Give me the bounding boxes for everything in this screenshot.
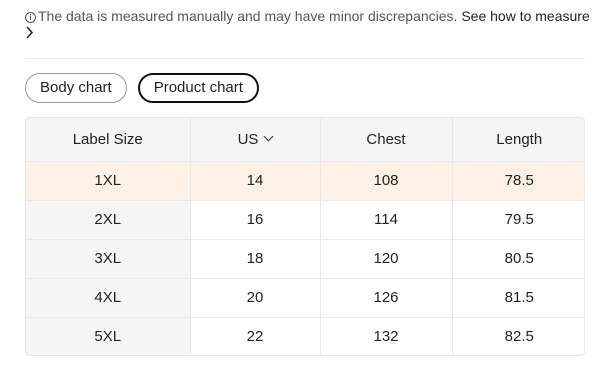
- cell-label-size: 3XL: [26, 239, 191, 279]
- chevron-down-icon[interactable]: [263, 131, 274, 142]
- info-icon: i: [25, 12, 36, 23]
- cell-length: 78.5: [452, 161, 584, 201]
- chart-tabs: Body chart Product chart: [25, 73, 259, 103]
- table-row: 2XL 16 114 79.5: [26, 200, 584, 240]
- cell-chest: 114: [320, 200, 453, 240]
- table-row: 1XL 14 108 78.5: [26, 161, 584, 201]
- table-row: 5XL 22 132 82.5: [26, 317, 584, 355]
- table-header-row: Label Size US Chest Length: [26, 118, 584, 162]
- cell-label-size: 1XL: [26, 161, 191, 201]
- cell-length: 79.5: [452, 200, 584, 240]
- cell-us: 14: [190, 161, 321, 201]
- cell-chest: 132: [320, 317, 453, 355]
- cell-length: 81.5: [452, 278, 584, 318]
- cell-chest: 120: [320, 239, 453, 279]
- cell-length: 80.5: [452, 239, 584, 279]
- notice-text: The data is measured manually and may ha…: [38, 8, 458, 24]
- cell-label-size: 5XL: [26, 317, 191, 355]
- header-us-dropdown[interactable]: US: [190, 118, 321, 162]
- measurement-notice: i The data is measured manually and may h…: [25, 8, 595, 43]
- header-us-label: US: [237, 130, 259, 148]
- header-label-size: Label Size: [26, 118, 191, 162]
- cell-chest: 108: [320, 161, 453, 201]
- cell-label-size: 2XL: [26, 200, 191, 240]
- table-row: 3XL 18 120 80.5: [26, 239, 584, 279]
- chevron-right-icon[interactable]: [25, 26, 39, 43]
- size-table: Label Size US Chest Length 1XL 14 108 78…: [25, 117, 585, 356]
- cell-chest: 126: [320, 278, 453, 318]
- header-length: Length: [452, 118, 584, 162]
- see-how-to-measure-link[interactable]: See how to measure: [461, 8, 589, 24]
- cell-label-size: 4XL: [26, 278, 191, 318]
- cell-us: 22: [190, 317, 321, 355]
- header-chest: Chest: [320, 118, 453, 162]
- cell-us: 18: [190, 239, 321, 279]
- cell-length: 82.5: [504, 328, 534, 346]
- tab-body-chart[interactable]: Body chart: [25, 73, 127, 103]
- cell-us: 20: [190, 278, 321, 318]
- tab-product-chart[interactable]: Product chart: [137, 73, 259, 103]
- divider: [25, 58, 585, 59]
- cell-us: 16: [190, 200, 321, 240]
- table-row: 4XL 20 126 81.5: [26, 278, 584, 318]
